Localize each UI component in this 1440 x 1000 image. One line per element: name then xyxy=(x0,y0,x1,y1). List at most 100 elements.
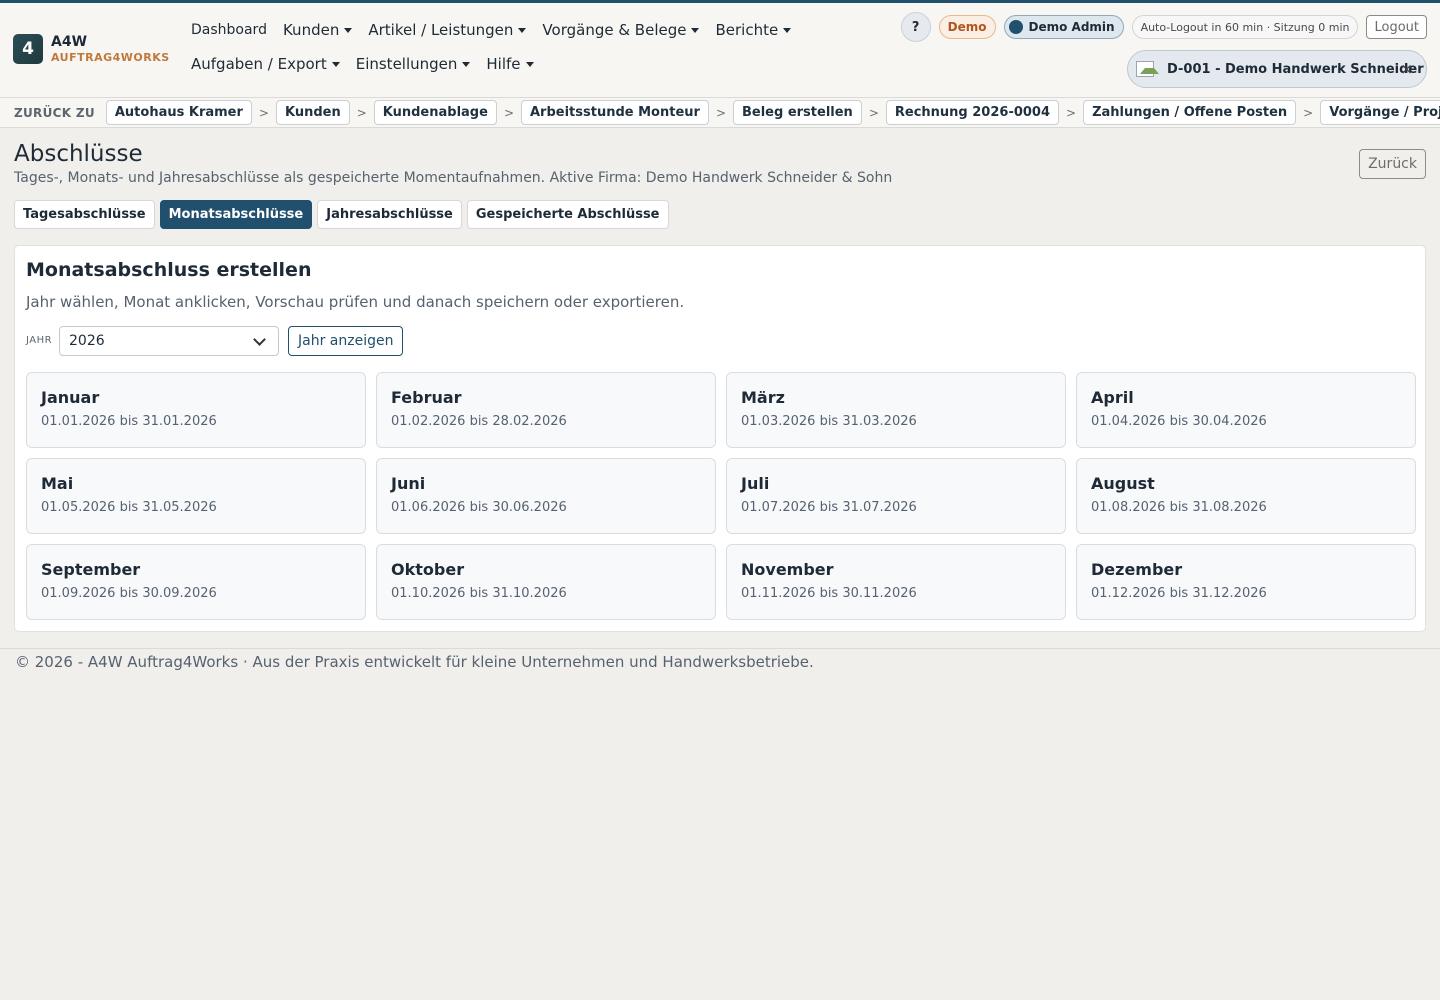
tab-gespeicherte-abschlüsse[interactable]: Gespeicherte Abschlüsse xyxy=(466,200,669,229)
footer-text: © 2026 - A4W Auftrag4Works · Aus der Pra… xyxy=(15,653,814,671)
monthly-closing-card: Monatsabschluss erstellen Jahr wählen, M… xyxy=(14,245,1426,632)
month-card-november[interactable]: November 01.11.2026 bis 30.11.2026 xyxy=(726,544,1066,620)
month-date-range: 01.07.2026 bis 31.07.2026 xyxy=(741,500,917,515)
brand-subtitle: AUFTRAG4WORKS xyxy=(51,51,170,64)
footer-divider xyxy=(0,648,1440,649)
month-name: Dezember xyxy=(1091,560,1183,579)
nav-item-label: Hilfe xyxy=(486,55,521,73)
nav-item-artikel-leistungen[interactable]: Artikel / Leistungen xyxy=(368,21,527,39)
breadcrumb-separator: > xyxy=(868,105,879,120)
company-name: D-001 - Demo Handwerk Schneider & So xyxy=(1167,61,1426,77)
breadcrumb-separator: > xyxy=(715,105,726,120)
tab-jahresabschlüsse[interactable]: Jahresabschlüsse xyxy=(317,200,462,229)
nav-item-label: Einstellungen xyxy=(355,55,458,73)
nav-item-label: Kunden xyxy=(282,21,340,39)
nav-item-label: Artikel / Leistungen xyxy=(368,21,514,39)
tab-monatsabschlüsse[interactable]: Monatsabschlüsse xyxy=(159,200,313,229)
month-card-oktober[interactable]: Oktober 01.10.2026 bis 31.10.2026 xyxy=(376,544,716,620)
month-name: August xyxy=(1091,474,1155,493)
caret-down-icon xyxy=(691,27,700,33)
breadcrumb-link[interactable]: Arbeitsstunde Monteur xyxy=(521,100,709,125)
month-grid: Januar 01.01.2026 bis 31.01.2026 Februar 01… xyxy=(26,372,1416,620)
logout-button[interactable]: Logout xyxy=(1366,15,1427,39)
month-date-range: 01.05.2026 bis 31.05.2026 xyxy=(41,500,217,515)
breadcrumb-separator: > xyxy=(258,105,269,120)
demo-badge: Demo xyxy=(938,15,996,39)
user-status-dot-icon xyxy=(1008,20,1023,34)
month-date-range: 01.10.2026 bis 31.10.2026 xyxy=(391,586,567,601)
breadcrumb-link[interactable]: Kundenablage xyxy=(373,100,497,125)
month-name: November xyxy=(741,560,834,579)
month-card-juli[interactable]: Juli 01.07.2026 bis 31.07.2026 xyxy=(726,458,1066,534)
month-card-juni[interactable]: Juni 01.06.2026 bis 30.06.2026 xyxy=(376,458,716,534)
month-card-august[interactable]: August 01.08.2026 bis 31.08.2026 xyxy=(1076,458,1416,534)
month-date-range: 01.02.2026 bis 28.02.2026 xyxy=(391,414,567,429)
month-card-september[interactable]: September 01.09.2026 bis 30.09.2026 xyxy=(26,544,366,620)
nav-item-label: Aufgaben / Export xyxy=(191,55,327,73)
nav-item-aufgaben-export[interactable]: Aufgaben / Export xyxy=(191,55,340,73)
year-label: JAHR xyxy=(26,335,53,346)
month-date-range: 01.03.2026 bis 31.03.2026 xyxy=(741,414,917,429)
month-name: April xyxy=(1091,388,1134,407)
month-card-februar[interactable]: Februar 01.02.2026 bis 28.02.2026 xyxy=(376,372,716,448)
month-name: September xyxy=(41,560,141,579)
show-year-button[interactable]: Jahr anzeigen xyxy=(288,326,404,356)
nav-item-label: Berichte xyxy=(715,21,779,39)
month-card-januar[interactable]: Januar 01.01.2026 bis 31.01.2026 xyxy=(26,372,366,448)
nav-item-einstellungen[interactable]: Einstellungen xyxy=(356,55,471,73)
month-name: Juli xyxy=(741,474,770,493)
month-date-range: 01.12.2026 bis 31.12.2026 xyxy=(1091,586,1267,601)
breadcrumb-link[interactable]: Vorgänge / Projekte xyxy=(1320,100,1440,125)
year-select[interactable]: 2026 xyxy=(59,326,279,356)
caret-down-icon xyxy=(344,27,353,33)
brand-logo[interactable]: 4 A4W AUFTRAG4WORKS xyxy=(13,34,170,64)
nav-item-dashboard[interactable]: Dashboard xyxy=(191,22,267,38)
breadcrumb-separator: > xyxy=(356,105,367,120)
help-button[interactable]: ? xyxy=(900,12,931,42)
breadcrumb-link[interactable]: Autohaus Kramer xyxy=(105,100,252,125)
breadcrumb-link[interactable]: Beleg erstellen xyxy=(733,100,862,125)
month-card-märz[interactable]: März 01.03.2026 bis 31.03.2026 xyxy=(726,372,1066,448)
month-name: Oktober xyxy=(391,560,465,579)
breadcrumb-link[interactable]: Rechnung 2026-0004 xyxy=(885,100,1060,125)
nav-item-berichte[interactable]: Berichte xyxy=(715,21,792,39)
main-nav-row-2: Aufgaben / Export Einstellungen Hilfe xyxy=(191,55,550,73)
session-info: Auto-Logout in 60 min · Sitzung 0 min xyxy=(1131,15,1359,39)
month-card-mai[interactable]: Mai 01.05.2026 bis 31.05.2026 xyxy=(26,458,366,534)
month-name: Januar xyxy=(41,388,100,407)
breadcrumb-label: ZURÜCK ZU xyxy=(14,105,95,120)
month-date-range: 01.09.2026 bis 30.09.2026 xyxy=(41,586,217,601)
user-menu-button[interactable]: Demo Admin xyxy=(1003,15,1124,39)
closing-tabs: Tagesabschlüsse Monatsabschlüsse Jahresabs… xyxy=(14,200,674,229)
company-clear-icon[interactable]: × xyxy=(1400,60,1413,78)
nav-item-kunden[interactable]: Kunden xyxy=(282,21,353,39)
caret-down-icon xyxy=(331,61,340,67)
main-nav-row-1: Dashboard Kunden Artikel / Leistungen Vorgä… xyxy=(191,21,807,39)
nav-item-vorgänge-belege[interactable]: Vorgänge & Belege xyxy=(542,21,700,39)
month-name: Februar xyxy=(391,388,462,407)
nav-item-label: Dashboard xyxy=(191,22,267,38)
tab-tagesabschlüsse[interactable]: Tagesabschlüsse xyxy=(14,200,155,229)
back-button[interactable]: Zurück xyxy=(1359,149,1426,179)
nav-item-label: Vorgänge & Belege xyxy=(542,21,687,39)
nav-item-hilfe[interactable]: Hilfe xyxy=(486,55,534,73)
breadcrumb-separator: > xyxy=(503,105,514,120)
month-card-dezember[interactable]: Dezember 01.12.2026 bis 31.12.2026 xyxy=(1076,544,1416,620)
page-subtitle: Tages-, Monats- und Jahresabschlüsse als… xyxy=(14,170,893,186)
user-name: Demo Admin xyxy=(1028,20,1115,34)
chevron-down-icon xyxy=(253,333,266,346)
caret-down-icon xyxy=(518,27,527,33)
breadcrumb-link[interactable]: Kunden xyxy=(275,100,350,125)
month-card-april[interactable]: April 01.04.2026 bis 30.04.2026 xyxy=(1076,372,1416,448)
month-date-range: 01.11.2026 bis 30.11.2026 xyxy=(741,586,917,601)
company-selector[interactable]: D-001 - Demo Handwerk Schneider & So × xyxy=(1127,50,1427,88)
card-subtitle: Jahr wählen, Monat anklicken, Vorschau p… xyxy=(26,293,685,311)
breadcrumb-link[interactable]: Zahlungen / Offene Posten xyxy=(1083,100,1297,125)
caret-down-icon xyxy=(783,27,792,33)
caret-down-icon xyxy=(462,61,471,67)
app-header: 4 A4W AUFTRAG4WORKS Dashboard Kunden Artik… xyxy=(0,3,1440,98)
card-title: Monatsabschluss erstellen xyxy=(26,259,312,281)
breadcrumb-separator: > xyxy=(1066,105,1077,120)
month-date-range: 01.08.2026 bis 31.08.2026 xyxy=(1091,500,1267,515)
month-date-range: 01.04.2026 bis 30.04.2026 xyxy=(1091,414,1267,429)
